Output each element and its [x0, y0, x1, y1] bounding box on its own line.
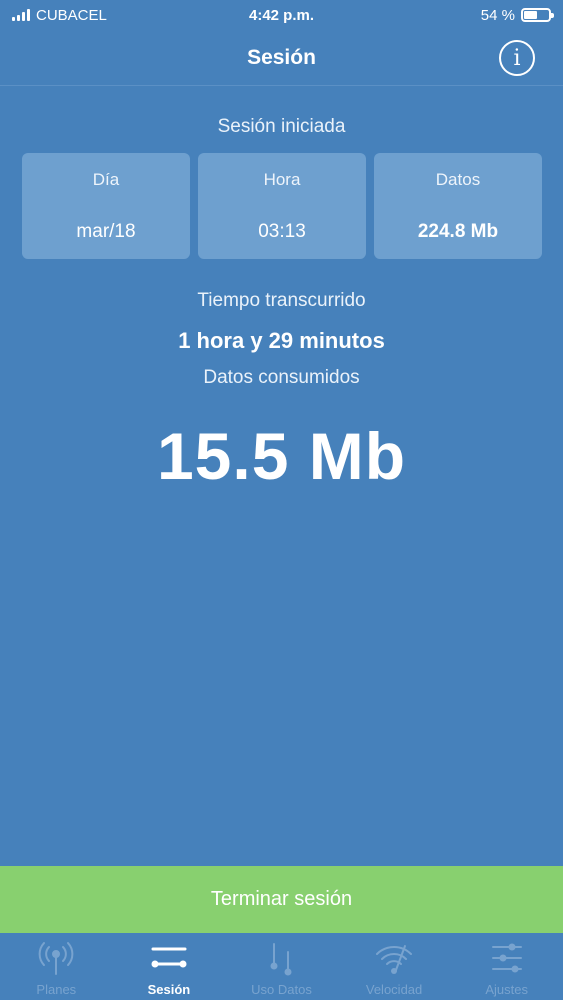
carrier-name: CUBACEL: [36, 6, 107, 24]
nav-bar: Sesión i: [0, 30, 563, 86]
tab-label: Velocidad: [365, 982, 423, 997]
battery-icon: [521, 8, 554, 22]
data-consumed-value: 15.5 Mb: [156, 419, 407, 493]
tab-uso-datos[interactable]: Uso Datos: [225, 933, 338, 1000]
data-card: Datos 224.8 Mb: [374, 153, 542, 259]
elapsed-time-label: Tiempo transcurrido: [197, 290, 366, 311]
session-icon: [151, 947, 187, 968]
day-value: mar/18: [76, 221, 136, 242]
tab-label: Ajustes: [485, 982, 528, 997]
elapsed-time-value: 1 hora y 29 minutos: [178, 328, 385, 353]
sliders-icon: [491, 943, 522, 973]
time-value: 03:13: [258, 221, 306, 242]
day-card: Día mar/18: [22, 153, 190, 259]
tab-sesion[interactable]: Sesión: [113, 933, 226, 1000]
data-label: Datos: [435, 170, 481, 189]
day-label: Día: [92, 170, 120, 189]
signal-icon: [12, 9, 30, 21]
tab-bar: Planes Sesión Uso Datos Velocidad Ajuste…: [0, 933, 563, 1000]
info-circle-icon: i: [513, 45, 521, 71]
tab-label: Planes: [36, 982, 77, 997]
status-left: CUBACEL: [12, 7, 107, 24]
session-cards: Día mar/18 Hora 03:13 Datos 224.8 Mb: [22, 153, 542, 259]
time-card: Hora 03:13: [198, 153, 366, 259]
wifi-icon: [376, 945, 413, 974]
tab-ajustes[interactable]: Ajustes: [450, 933, 563, 1000]
time-label: Hora: [263, 170, 301, 189]
data-usage-icon: [270, 943, 292, 976]
antenna-icon: [38, 942, 74, 975]
tab-label: Uso Datos: [251, 982, 312, 997]
status-right: 54 %: [480, 6, 554, 24]
status-bar: CUBACEL 4:42 p.m. 54 %: [0, 0, 563, 30]
end-session-button[interactable]: Terminar sesión: [0, 866, 563, 933]
tab-planes[interactable]: Planes: [0, 933, 113, 1000]
session-started-label: Sesión iniciada: [217, 116, 346, 137]
tab-label: Sesión: [147, 982, 191, 997]
info-button[interactable]: i: [499, 40, 535, 76]
data-consumed-label: Datos consumidos: [203, 367, 360, 388]
data-value: 224.8 Mb: [417, 221, 499, 242]
page-title: Sesión: [247, 45, 316, 69]
tab-velocidad[interactable]: Velocidad: [338, 933, 451, 1000]
battery-percent: 54 %: [480, 6, 515, 24]
battery-fill: [524, 11, 537, 19]
